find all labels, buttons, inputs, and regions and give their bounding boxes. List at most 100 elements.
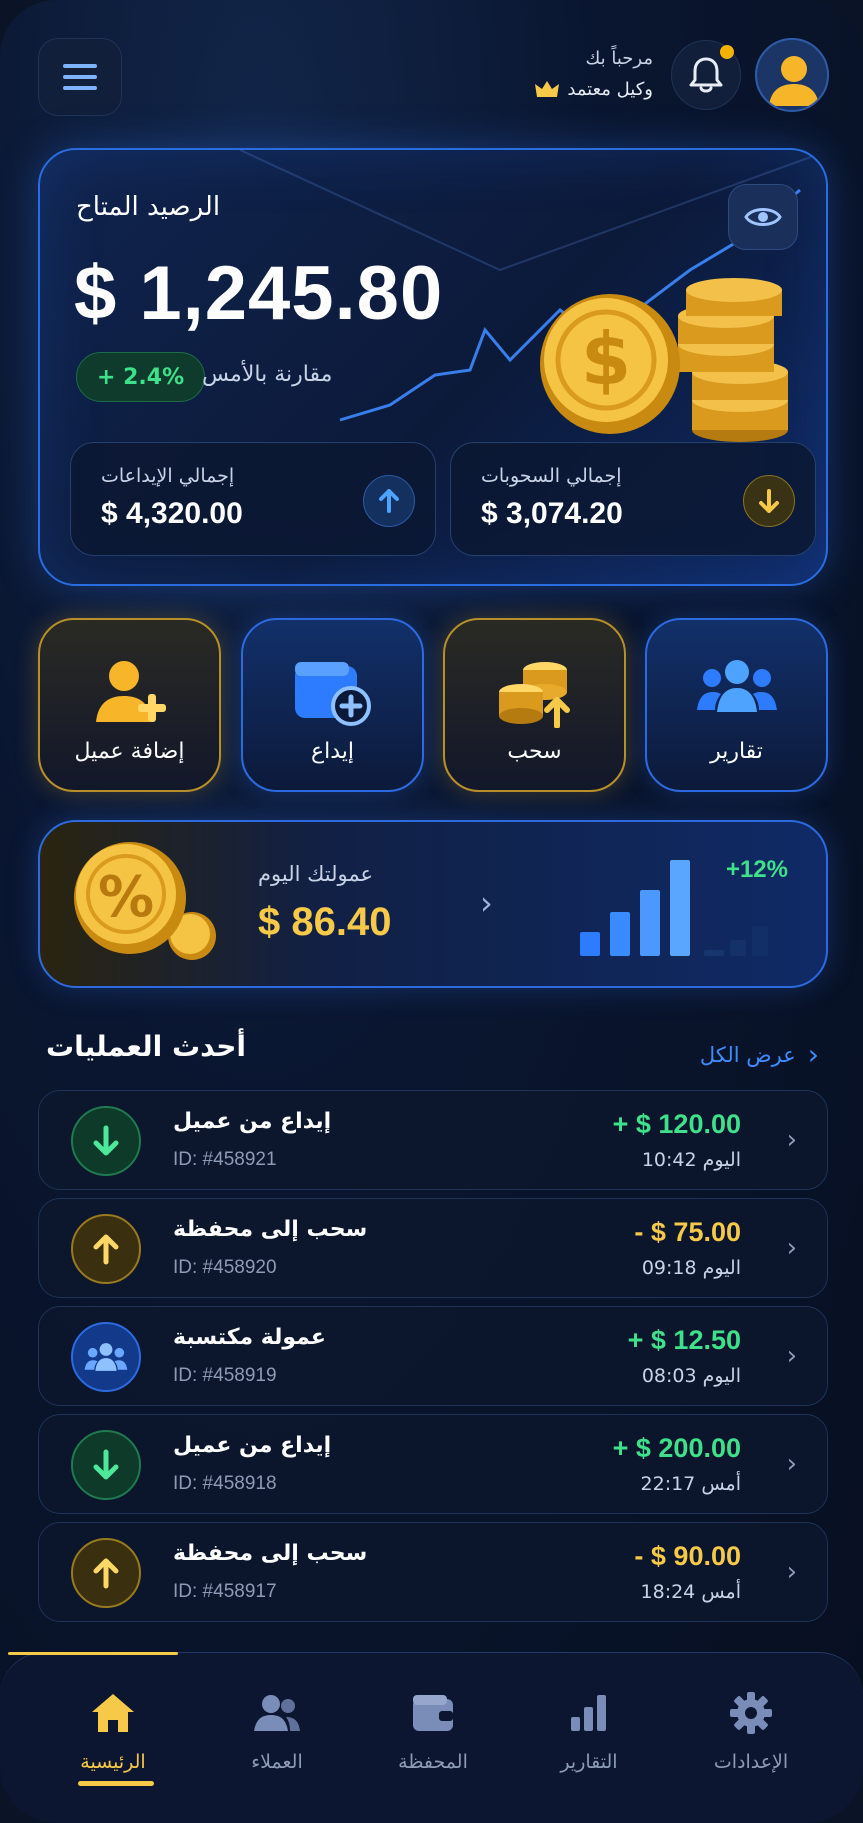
transaction-amount: + $ 12.50 <box>627 1325 741 1355</box>
withdrawals-summary[interactable]: إجمالي السحوبات $ 3,074.20 <box>450 442 816 556</box>
arrow-down-icon <box>743 475 795 527</box>
crown-icon <box>535 80 560 97</box>
nav-settings-label: الإعدادات <box>713 1751 789 1773</box>
transaction-time: اليوم 08:03 <box>641 1365 741 1387</box>
transaction-row[interactable]: سحب إلى محفظة ID: #458917 - $ 90.00 أمس … <box>38 1522 828 1622</box>
nav-reports-label: التقارير <box>560 1751 618 1773</box>
notifications-button[interactable] <box>671 40 741 110</box>
nav-clients[interactable]: العملاء <box>202 1689 352 1773</box>
app-screen: مرحباً بك وكيل معتمد الرصيد المتاح $ 1,2… <box>0 0 863 1823</box>
role-text: وكيل معتمد <box>567 79 653 100</box>
users-icon <box>202 1689 352 1737</box>
arrow-up-icon <box>71 1538 141 1608</box>
chevron-right-icon: › <box>480 884 493 922</box>
arrow-down-icon <box>71 1430 141 1500</box>
transaction-name: سحب إلى محفظة <box>173 1217 368 1242</box>
deposits-summary[interactable]: إجمالي الإيداعات $ 4,320.00 <box>70 442 436 556</box>
transaction-id: ID: #458918 <box>173 1473 277 1494</box>
transaction-amount: - $ 90.00 <box>634 1541 741 1571</box>
transactions-title: أحدث العمليات <box>46 1030 247 1063</box>
transaction-row[interactable]: عمولة مكتسبة ID: #458919 + $ 12.50 اليوم… <box>38 1306 828 1406</box>
user-avatar-icon <box>769 56 819 106</box>
deposits-label: إجمالي الإيداعات <box>101 465 235 487</box>
transaction-time: اليوم 09:18 <box>641 1257 741 1279</box>
withdrawals-value: $ 3,074.20 <box>481 497 623 530</box>
hamburger-icon <box>63 64 97 90</box>
users-group-icon <box>71 1322 141 1392</box>
greeting-block: مرحباً بك وكيل معتمد <box>535 48 653 100</box>
commission-label: عمولتك اليوم <box>258 862 374 886</box>
reports-button[interactable]: تقارير <box>645 618 828 792</box>
svg-text:%: % <box>98 865 154 930</box>
add-client-button[interactable]: إضافة عميل <box>38 618 221 792</box>
nav-glow-accent <box>8 1652 178 1655</box>
avatar[interactable] <box>755 38 829 112</box>
nav-clients-label: العملاء <box>251 1751 303 1773</box>
bell-icon <box>689 57 723 93</box>
percent-coin-icon: % <box>74 842 216 960</box>
bottom-nav: الرئيسية العملاء المحفظة التقارير الإعدا… <box>0 1652 863 1823</box>
withdrawals-label: إجمالي السحوبات <box>481 465 622 487</box>
view-all-link[interactable]: عرض الكل › <box>700 1038 819 1071</box>
nav-home-label: الرئيسية <box>80 1751 146 1773</box>
deposit-label: إيداع <box>310 739 355 764</box>
transaction-id: ID: #458920 <box>173 1257 277 1278</box>
menu-button[interactable] <box>38 38 122 116</box>
transaction-name: إيداع من عميل <box>173 1109 332 1134</box>
transaction-row[interactable]: إيداع من عميل ID: #458921 + $ 120.00 الي… <box>38 1090 828 1190</box>
balance-change-label: مقارنة بالأمس <box>202 362 333 387</box>
chevron-right-icon: › <box>807 1038 819 1071</box>
chevron-right-icon: › <box>786 1125 797 1155</box>
view-all-label: عرض الكل <box>699 1042 796 1067</box>
gold-coins-illustration: $ <box>540 278 788 442</box>
balance-change-badge: + 2.4% <box>76 352 206 402</box>
transaction-name: إيداع من عميل <box>173 1433 332 1458</box>
commission-change: +12% <box>725 856 788 883</box>
nav-home[interactable]: الرئيسية <box>38 1689 188 1773</box>
notification-badge <box>720 45 734 59</box>
coins-up-icon <box>498 662 570 728</box>
commission-value: $ 86.40 <box>258 900 392 944</box>
wallet-plus-icon <box>294 662 371 726</box>
deposits-value: $ 4,320.00 <box>101 497 243 530</box>
deposit-button[interactable]: إيداع <box>241 618 424 792</box>
arrow-up-icon <box>363 475 415 527</box>
transaction-time: أمس 18:24 <box>640 1581 741 1603</box>
transaction-id: ID: #458921 <box>173 1149 277 1170</box>
balance-amount: $ 1,245.80 <box>74 251 444 336</box>
reports-label: تقارير <box>710 739 763 764</box>
role-line: وكيل معتمد <box>535 79 653 100</box>
withdraw-button[interactable]: سحب <box>443 618 626 792</box>
gear-icon <box>676 1689 826 1737</box>
transaction-name: سحب إلى محفظة <box>173 1541 368 1566</box>
balance-label: الرصيد المتاح <box>76 192 221 222</box>
arrow-up-icon <box>71 1214 141 1284</box>
arrow-down-icon <box>71 1106 141 1176</box>
add-client-label: إضافة عميل <box>74 739 185 764</box>
transaction-time: اليوم 10:42 <box>641 1149 741 1171</box>
chevron-right-icon: › <box>786 1233 797 1263</box>
transaction-row[interactable]: إيداع من عميل ID: #458918 + $ 200.00 أمس… <box>38 1414 828 1514</box>
nav-wallet[interactable]: المحفظة <box>358 1689 508 1773</box>
bar-chart-icon <box>514 1689 664 1737</box>
transaction-row[interactable]: سحب إلى محفظة ID: #458920 - $ 75.00 اليو… <box>38 1198 828 1298</box>
nav-wallet-label: المحفظة <box>398 1751 468 1773</box>
toggle-visibility-button[interactable] <box>728 184 798 250</box>
greeting-text: مرحباً بك <box>585 48 653 69</box>
nav-settings[interactable]: الإعدادات <box>676 1689 826 1773</box>
chevron-right-icon: › <box>786 1341 797 1371</box>
chevron-right-icon: › <box>786 1557 797 1587</box>
transaction-amount: + $ 200.00 <box>612 1433 741 1463</box>
balance-card: الرصيد المتاح $ 1,245.80 + 2.4% مقارنة ب… <box>38 148 828 586</box>
add-user-icon <box>95 661 166 722</box>
svg-text:$: $ <box>581 317 631 401</box>
nav-reports[interactable]: التقارير <box>514 1689 664 1773</box>
transaction-time: أمس 22:17 <box>640 1473 741 1495</box>
commission-card[interactable]: % عمولتك اليوم $ 86.40 › +12% <box>38 820 828 988</box>
users-group-icon <box>696 660 777 712</box>
transaction-amount: - $ 75.00 <box>634 1217 741 1247</box>
wallet-icon <box>358 1689 508 1737</box>
active-tab-indicator <box>78 1781 154 1786</box>
transaction-amount: + $ 120.00 <box>612 1109 741 1139</box>
home-icon <box>38 1689 188 1737</box>
